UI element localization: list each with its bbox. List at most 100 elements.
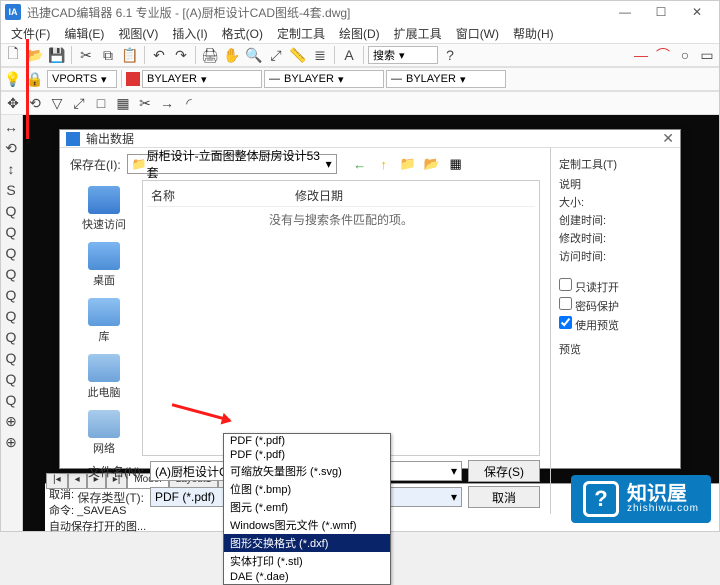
cut-icon[interactable]: ✂ xyxy=(76,45,96,65)
rect-tool-icon[interactable]: ▭ xyxy=(697,45,717,65)
filename-label: 文件名(N): xyxy=(70,463,144,480)
side-header: 定制工具(T) xyxy=(559,156,672,172)
minimize-button[interactable]: — xyxy=(607,1,643,23)
cancel-button[interactable]: 取消 xyxy=(468,486,540,508)
place-desktop[interactable]: 桌面 xyxy=(88,242,120,288)
side-size: 大小: xyxy=(559,194,672,210)
move-icon[interactable]: ✥ xyxy=(3,93,23,113)
col-date[interactable]: 修改日期 xyxy=(295,187,343,204)
dialog-close-icon[interactable]: ✕ xyxy=(662,130,674,147)
scale2-icon[interactable]: ⤢ xyxy=(69,93,89,113)
lt-3[interactable]: S xyxy=(1,180,21,200)
undo-icon[interactable]: ↶ xyxy=(149,45,169,65)
paste-icon[interactable]: 📋 xyxy=(120,45,140,65)
menu-window[interactable]: 窗口(W) xyxy=(450,24,505,43)
offset-icon[interactable]: □ xyxy=(91,93,111,113)
folders-icon[interactable]: 📁 xyxy=(399,155,417,173)
color-combo[interactable]: BYLAYER ▾ xyxy=(142,70,262,88)
places-bar: 快速访问 桌面 库 此电脑 网络 xyxy=(70,180,138,456)
password-checkbox[interactable]: 密码保护 xyxy=(559,297,672,314)
menu-insert[interactable]: 插入(I) xyxy=(166,24,213,43)
dialog-titlebar: 输出数据 ✕ xyxy=(60,130,680,148)
lt-10[interactable]: Q xyxy=(1,327,21,347)
zoom-icon[interactable]: 🔍 xyxy=(244,45,264,65)
menu-format[interactable]: 格式(O) xyxy=(216,24,269,43)
opt-0[interactable]: PDF (*.pdf) xyxy=(224,434,390,448)
lt-14[interactable]: ⊕ xyxy=(1,411,21,431)
line-tool-icon[interactable]: — xyxy=(631,45,651,65)
lt-15[interactable]: ⊕ xyxy=(1,432,21,452)
save-icon[interactable]: 💾 xyxy=(47,45,67,65)
red-swatch-icon[interactable] xyxy=(126,72,140,86)
fillet-icon[interactable]: ◜ xyxy=(179,93,199,113)
redo-icon[interactable]: ↷ xyxy=(171,45,191,65)
opt-5[interactable]: Windows图元文件 (*.wmf) xyxy=(224,516,390,534)
place-quick[interactable]: 快速访问 xyxy=(82,186,126,232)
help-icon[interactable]: ? xyxy=(440,45,460,65)
search-box[interactable]: 搜索 ▾ xyxy=(368,46,438,64)
lt-9[interactable]: Q xyxy=(1,306,21,326)
bulb-icon[interactable]: 💡 xyxy=(3,69,23,89)
lt-6[interactable]: Q xyxy=(1,243,21,263)
trim-icon[interactable]: ✂ xyxy=(135,93,155,113)
lineweight-combo[interactable]: — BYLAYER ▾ xyxy=(386,70,506,88)
readonly-checkbox[interactable]: 只读打开 xyxy=(559,278,672,295)
close-button[interactable]: ✕ xyxy=(679,1,715,23)
preview-label: 预览 xyxy=(559,341,672,357)
opt-3[interactable]: 位图 (*.bmp) xyxy=(224,480,390,498)
lt-8[interactable]: Q xyxy=(1,285,21,305)
opt-6[interactable]: 图形交换格式 (*.dxf) xyxy=(224,534,390,552)
lt-4[interactable]: Q xyxy=(1,201,21,221)
menu-help[interactable]: 帮助(H) xyxy=(507,24,560,43)
menu-file[interactable]: 文件(F) xyxy=(5,24,56,43)
lt-7[interactable]: Q xyxy=(1,264,21,284)
place-thispc[interactable]: 此电脑 xyxy=(88,354,121,400)
lt-1[interactable]: ⟲ xyxy=(1,138,21,158)
menu-edit[interactable]: 编辑(E) xyxy=(58,24,110,43)
views-icon[interactable]: ▦ xyxy=(447,155,465,173)
back-icon[interactable]: ← xyxy=(351,155,369,173)
opt-2[interactable]: 可缩放矢量图形 (*.svg) xyxy=(224,462,390,480)
filetype-label: 保存类型(T): xyxy=(70,489,144,506)
linetype-combo[interactable]: — BYLAYER ▾ xyxy=(264,70,384,88)
menu-view[interactable]: 视图(V) xyxy=(112,24,164,43)
opt-7[interactable]: 实体打印 (*.stl) xyxy=(224,552,390,570)
col-name[interactable]: 名称 xyxy=(151,187,175,204)
save-button[interactable]: 保存(S) xyxy=(468,460,540,482)
text-icon[interactable]: A xyxy=(339,45,359,65)
opt-1[interactable]: PDF (*.pdf) xyxy=(224,448,390,462)
maximize-button[interactable]: ☐ xyxy=(643,1,679,23)
pan-icon[interactable]: ✋ xyxy=(222,45,242,65)
vports-combo[interactable]: VPORTS ▾ xyxy=(47,70,117,88)
mirror-icon[interactable]: ▽ xyxy=(47,93,67,113)
layer-icon[interactable]: ≣ xyxy=(310,45,330,65)
menu-draw[interactable]: 绘图(D) xyxy=(333,24,386,43)
preview-checkbox[interactable]: 使用预览 xyxy=(559,316,672,333)
copy-icon[interactable]: ⧉ xyxy=(98,45,118,65)
opt-4[interactable]: 图元 (*.emf) xyxy=(224,498,390,516)
measure-icon[interactable]: 📏 xyxy=(288,45,308,65)
new-folder-icon[interactable]: 📂 xyxy=(423,155,441,173)
place-network[interactable]: 网络 xyxy=(88,410,120,456)
lt-12[interactable]: Q xyxy=(1,369,21,389)
extend-icon[interactable]: → xyxy=(157,93,177,113)
lt-11[interactable]: Q xyxy=(1,348,21,368)
scale-icon[interactable]: ⤢ xyxy=(266,45,286,65)
brand-logo-icon: ? xyxy=(583,481,619,517)
file-list-area[interactable]: 名称 修改日期 没有与搜索条件匹配的项。 xyxy=(142,180,540,456)
opt-8[interactable]: DAE (*.dae) xyxy=(224,570,390,584)
lt-0[interactable]: ↔ xyxy=(1,117,21,137)
lt-5[interactable]: Q xyxy=(1,222,21,242)
menu-extend[interactable]: 扩展工具 xyxy=(388,24,448,43)
circle-tool-icon[interactable]: ○ xyxy=(675,45,695,65)
array-icon[interactable]: ▦ xyxy=(113,93,133,113)
lt-2[interactable]: ↕ xyxy=(1,159,21,179)
print-icon[interactable]: 🖨 xyxy=(200,45,220,65)
up-icon[interactable]: ↑ xyxy=(375,155,393,173)
place-library[interactable]: 库 xyxy=(88,298,120,344)
arc-tool-icon[interactable]: ⌒ xyxy=(653,45,673,65)
lt-13[interactable]: Q xyxy=(1,390,21,410)
save-in-combo[interactable]: 📁 厨柜设计-立面图整体厨房设计53套▾ xyxy=(127,154,337,174)
new-icon[interactable]: 🗋 xyxy=(3,45,23,65)
menu-custom[interactable]: 定制工具 xyxy=(271,24,331,43)
